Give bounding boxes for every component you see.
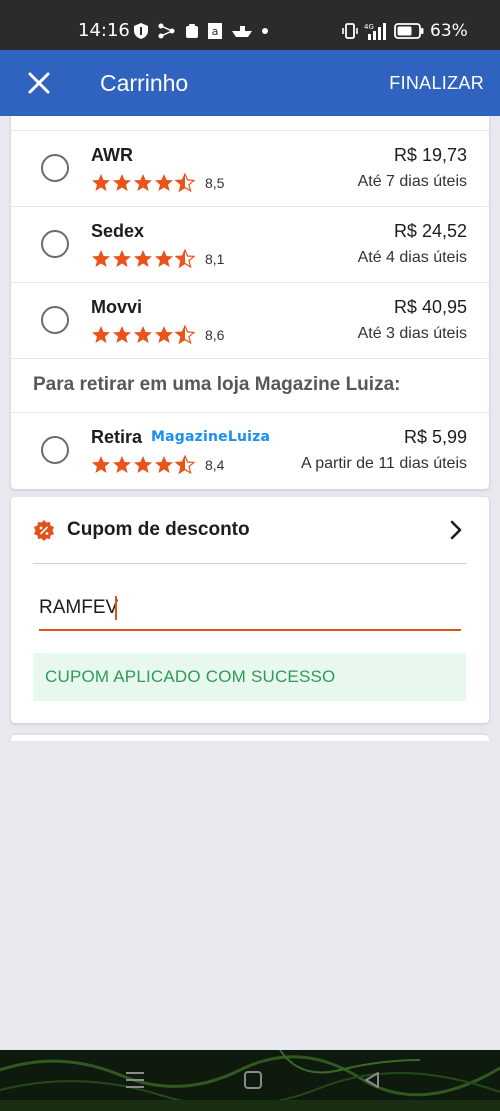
rating-score: 8,5 bbox=[205, 175, 225, 191]
clipboard-icon bbox=[186, 24, 198, 38]
star-icon bbox=[155, 456, 173, 473]
star-icon bbox=[155, 174, 173, 191]
delivery-estimate: Até 3 dias úteis bbox=[357, 325, 467, 342]
radio-button[interactable] bbox=[41, 154, 69, 182]
star-icon bbox=[134, 174, 152, 191]
delivery-estimate: Até 7 dias úteis bbox=[357, 173, 467, 190]
rating-score: 8,4 bbox=[205, 457, 225, 473]
status-time: 14:16 bbox=[78, 20, 130, 41]
shipping-price: R$ 40,95 bbox=[393, 297, 467, 317]
star-icon bbox=[134, 456, 152, 473]
carrier-name: Movvi bbox=[91, 297, 143, 317]
share-icon bbox=[158, 23, 175, 39]
finalize-button[interactable]: FINALIZAR bbox=[389, 73, 484, 94]
carrier-name: Sedex bbox=[91, 221, 145, 241]
home-icon[interactable] bbox=[243, 1070, 263, 1090]
star-icon bbox=[134, 250, 152, 267]
page-title: Carrinho bbox=[100, 70, 189, 96]
rating-stars bbox=[91, 325, 195, 345]
battery-percentage: 63% bbox=[430, 21, 468, 41]
star-icon bbox=[155, 326, 173, 343]
shipping-options-card: AWR 8,5 R$ 19,73 Até 7 dias úteis Sedex … bbox=[11, 116, 489, 489]
amazon-icon: a bbox=[208, 23, 222, 39]
rating-stars bbox=[91, 173, 195, 193]
radio-button[interactable] bbox=[41, 230, 69, 258]
star-icon bbox=[175, 249, 195, 269]
shield-icon bbox=[134, 23, 148, 39]
delivery-estimate: Até 4 dias úteis bbox=[357, 249, 467, 266]
shipping-price: R$ 19,73 bbox=[393, 145, 467, 165]
star-icon bbox=[134, 326, 152, 343]
dot-icon bbox=[262, 28, 268, 34]
rating-stars bbox=[91, 455, 195, 475]
radio-button[interactable] bbox=[41, 306, 69, 334]
radio-button[interactable] bbox=[41, 436, 69, 464]
back-icon[interactable] bbox=[362, 1070, 382, 1090]
divider bbox=[33, 563, 466, 564]
menu-icon[interactable] bbox=[124, 1070, 146, 1090]
status-bar: 14:16 a 4G 63% bbox=[0, 0, 500, 50]
content-background bbox=[0, 741, 500, 761]
star-icon bbox=[92, 174, 110, 191]
star-icon bbox=[92, 326, 110, 343]
star-icon bbox=[113, 174, 131, 191]
rating-score: 8,1 bbox=[205, 251, 225, 267]
star-icon bbox=[175, 325, 195, 345]
coupon-card: Cupom de desconto CUPOM APLICADO COM SUC… bbox=[11, 497, 489, 723]
star-icon bbox=[92, 250, 110, 267]
delivery-estimate: A partir de 11 dias úteis bbox=[300, 455, 467, 472]
coupon-code-input[interactable] bbox=[39, 593, 461, 631]
shipping-option-movvi[interactable]: Movvi 8,6 R$ 40,95 Até 3 dias úteis bbox=[11, 282, 489, 358]
star-icon bbox=[175, 455, 195, 475]
shipping-option-sedex[interactable]: Sedex 8,1 R$ 24,52 Até 4 dias úteis bbox=[11, 206, 489, 282]
star-icon bbox=[113, 326, 131, 343]
boat-icon bbox=[232, 26, 252, 37]
rating-stars bbox=[91, 249, 195, 269]
discount-badge-icon bbox=[34, 520, 54, 541]
star-icon bbox=[92, 456, 110, 473]
star-icon bbox=[175, 173, 195, 193]
app-bar: Carrinho FINALIZAR bbox=[0, 50, 500, 116]
shipping-option-retira[interactable]: Retira MagazineLuiza 8,4 R$ 5,99 A parti… bbox=[11, 412, 489, 488]
magazine-luiza-logo: MagazineLuiza bbox=[151, 429, 271, 445]
carrier-name: Retira bbox=[91, 427, 143, 447]
vibrate-icon bbox=[342, 23, 358, 39]
star-icon bbox=[113, 250, 131, 267]
text-cursor bbox=[115, 596, 117, 620]
shipping-price: R$ 24,52 bbox=[393, 221, 467, 241]
carrier-name: AWR bbox=[91, 145, 133, 165]
svg-text:4G: 4G bbox=[364, 23, 374, 31]
chevron-right-icon[interactable] bbox=[445, 519, 467, 541]
star-icon bbox=[113, 456, 131, 473]
shipping-price: R$ 5,99 bbox=[403, 427, 467, 447]
star-icon bbox=[155, 250, 173, 267]
close-icon[interactable] bbox=[22, 66, 56, 100]
coupon-title: Cupom de desconto bbox=[67, 519, 250, 540]
battery-icon bbox=[394, 23, 424, 39]
coupon-success-message: CUPOM APLICADO COM SUCESSO bbox=[33, 653, 466, 701]
signal-4g-icon: 4G bbox=[364, 23, 386, 40]
shipping-option-awr[interactable]: AWR 8,5 R$ 19,73 Até 7 dias úteis bbox=[11, 130, 489, 206]
rating-score: 8,6 bbox=[205, 327, 225, 343]
store-pickup-header: Para retirar em uma loja Magazine Luiza: bbox=[33, 374, 401, 395]
svg-text:a: a bbox=[212, 25, 219, 38]
system-navigation-bar bbox=[0, 1050, 500, 1111]
